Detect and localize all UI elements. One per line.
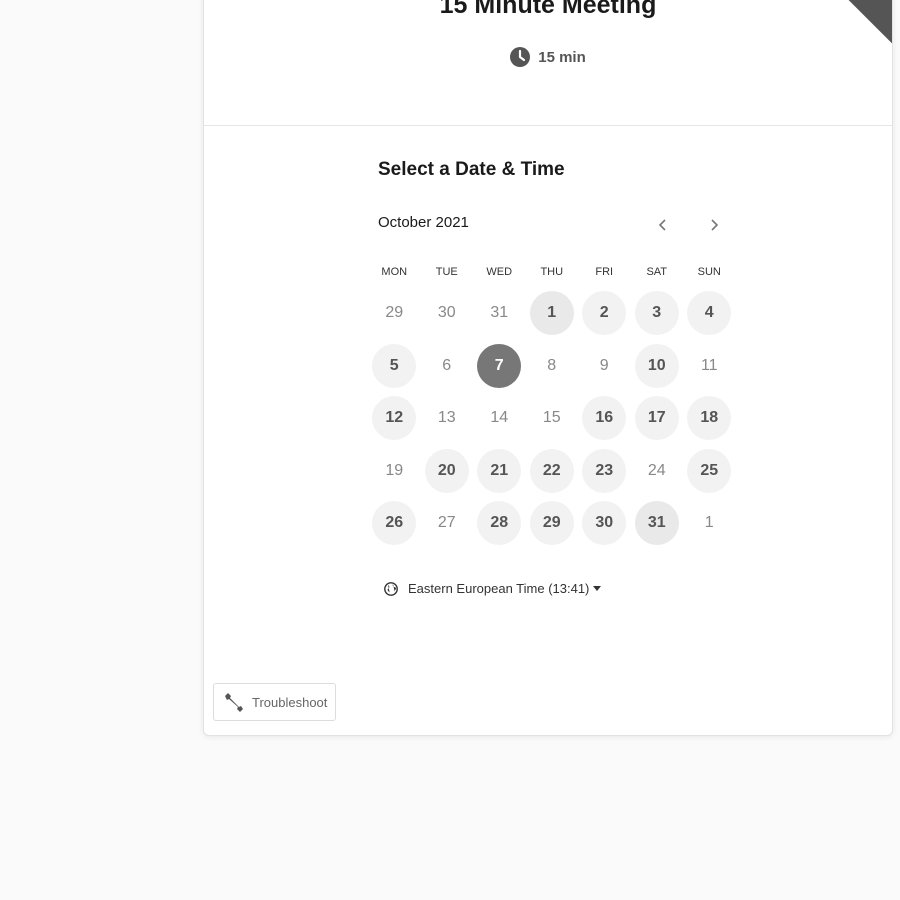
calendar-day[interactable]: 21	[473, 445, 526, 498]
calendar-day[interactable]: 3	[631, 287, 684, 340]
calendar-grid: 29 30 31 1 2 3 4 5 6 7 8 9 10 11 12 13 14 15 16 17 18 19 20 21 2…	[368, 287, 736, 550]
calendar-day: 29	[368, 287, 421, 340]
wrench-icon	[222, 691, 244, 713]
calendar-day: 15	[526, 392, 579, 445]
calendar-day[interactable]: 12	[368, 392, 421, 445]
calendar-day-label: 6	[442, 356, 452, 374]
calendar-day-label: 27	[437, 514, 456, 532]
calendar-day[interactable]: 26	[368, 497, 421, 550]
weekday-label: MON	[381, 266, 408, 278]
calendar-day-label: 17	[634, 396, 679, 441]
calendar-day: 6	[421, 340, 474, 393]
calendar-day: 27	[421, 497, 474, 550]
calendar-day[interactable]: 30	[578, 497, 631, 550]
calendar-day-label: 29	[529, 501, 574, 546]
calendar-day: 9	[578, 340, 631, 393]
calendar-day: 1	[683, 497, 736, 550]
calendar-day: 24	[631, 445, 684, 498]
calendar-day: 31	[473, 287, 526, 340]
calendar-day-label: 1	[704, 514, 714, 532]
calendar-day[interactable]: 1	[526, 287, 579, 340]
calendar-day-label: 23	[582, 448, 627, 493]
clock-icon	[510, 47, 531, 67]
calendar-day-label: 14	[490, 409, 509, 427]
calendar-day[interactable]: 22	[526, 445, 579, 498]
header-divider	[204, 125, 892, 126]
calendar-day: 19	[368, 445, 421, 498]
timezone-selector[interactable]: Eastern European Time (13:41)	[384, 581, 602, 596]
calendar-day: 13	[421, 392, 474, 445]
calendar-day[interactable]: 20	[421, 445, 474, 498]
calendar-day: 30	[421, 287, 474, 340]
calendar-day-label: 11	[700, 356, 718, 374]
calendar-day-label: 30	[437, 304, 456, 322]
calendar-day[interactable]: 18	[683, 392, 736, 445]
next-month-button[interactable]	[702, 213, 726, 237]
calendar-day[interactable]: 5	[368, 340, 421, 393]
calendar-day-label: 22	[529, 448, 574, 493]
weekday-header: MON TUE WED THU FRI SAT SUN	[368, 266, 736, 278]
duration-label: 15 min	[538, 48, 586, 66]
calendar-day-label: 21	[477, 448, 522, 493]
section-title: Select a Date & Time	[378, 159, 565, 180]
weekday-label: SAT	[646, 266, 668, 278]
calendar-day-label: 16	[582, 396, 627, 441]
calendar-day[interactable]: 28	[473, 497, 526, 550]
weekday-label: SUN	[697, 266, 721, 278]
event-duration: 15 min	[204, 47, 892, 67]
chevron-right-icon	[711, 219, 719, 231]
calendar-day-label: 31	[634, 501, 679, 546]
weekday-label: THU	[540, 266, 564, 278]
calendar-day-label: 7	[477, 343, 522, 388]
event-title: 15 Minute Meeting	[439, 0, 657, 19]
weekday-label: TUE	[435, 266, 458, 278]
calendar-day: 14	[473, 392, 526, 445]
booking-card: 15 Minute Meeting 15 min Select a Date &…	[203, 0, 893, 736]
calendar-day-label: 8	[547, 356, 557, 374]
calendar-day-label: 26	[372, 501, 417, 546]
calendar-day[interactable]: 25	[683, 445, 736, 498]
calendar-day-label: 4	[687, 291, 732, 336]
calendar-day-label: 3	[634, 291, 679, 336]
calendar-day[interactable]: 31	[631, 497, 684, 550]
calendar-day: 11	[683, 340, 736, 393]
globe-icon	[384, 581, 398, 596]
calendar-day-label: 13	[437, 409, 456, 427]
calendar-day-label: 25	[687, 448, 732, 493]
calendar-day-label: 24	[647, 461, 666, 479]
timezone-label: Eastern European Time (13:41)	[408, 581, 590, 596]
calendar-day-label: 28	[477, 501, 522, 546]
calendar-day[interactable]: 4	[683, 287, 736, 340]
calendar-day-label: 2	[582, 291, 627, 336]
calendar-day-label: 15	[542, 409, 561, 427]
weekday-label: FRI	[595, 266, 614, 278]
troubleshoot-button[interactable]: Troubleshoot	[213, 683, 337, 721]
month-label: October 2021	[378, 214, 469, 231]
calendar-day[interactable]: 23	[578, 445, 631, 498]
caret-down-icon	[593, 585, 602, 592]
prev-month-button[interactable]	[651, 213, 675, 237]
calendar-day[interactable]: 2	[578, 287, 631, 340]
calendar-day-label: 10	[634, 343, 679, 388]
calendar-day[interactable]: 10	[631, 340, 684, 393]
calendar-day-label: 30	[582, 501, 627, 546]
weekday-label: WED	[486, 266, 513, 278]
calendar-day[interactable]: 29	[526, 497, 579, 550]
chevron-left-icon	[658, 219, 666, 231]
calendar-day-label: 1	[529, 291, 574, 336]
calendar-day-label: 20	[424, 448, 469, 493]
calendar-day-label: 29	[385, 304, 404, 322]
calendar-day-label: 5	[372, 343, 417, 388]
calendar-day-selected[interactable]: 7	[473, 340, 526, 393]
calendar-day[interactable]: 16	[578, 392, 631, 445]
calendar-day: 8	[526, 340, 579, 393]
calendar-day-label: 9	[599, 356, 609, 374]
troubleshoot-label: Troubleshoot	[252, 694, 328, 710]
calendar-day-label: 12	[372, 396, 417, 441]
calendar-day[interactable]: 17	[631, 392, 684, 445]
calendar-day-label: 31	[490, 304, 509, 322]
calendar-day-label: 18	[687, 396, 732, 441]
calendar-day-label: 19	[385, 461, 404, 479]
